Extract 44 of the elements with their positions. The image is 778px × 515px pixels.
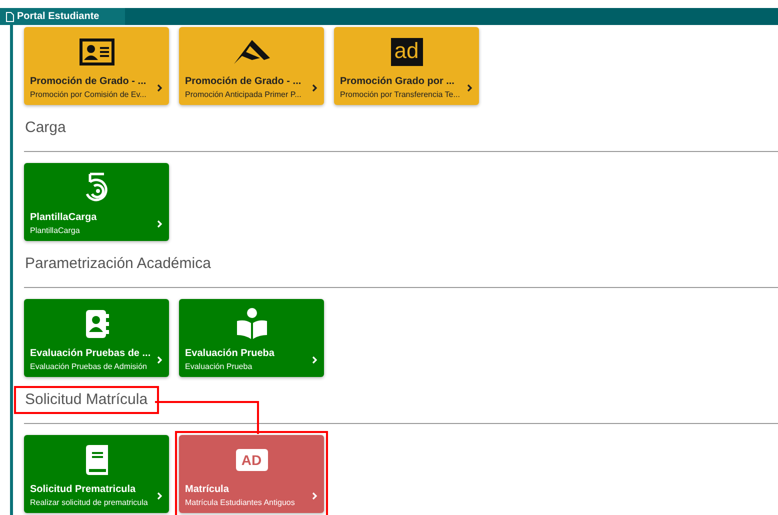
card-subtitle: Promoción por Transferencia Te... bbox=[340, 89, 460, 100]
menu-card[interactable]: Promoción de Grado - ... Promoción por Comisión de Ev... bbox=[24, 27, 169, 105]
ad-badge-icon: AD bbox=[236, 449, 268, 471]
card-subtitle: Matrícula Estudiantes Antiguos bbox=[185, 497, 295, 508]
reading-person-icon bbox=[234, 307, 268, 341]
card-subtitle: Promoción por Comisión de Ev... bbox=[30, 89, 146, 100]
chevron-right-icon bbox=[157, 220, 163, 228]
menu-card[interactable]: PlantillaCarga PlantillaCarga bbox=[24, 163, 169, 241]
card-title: Evaluación Prueba bbox=[185, 347, 274, 361]
card-title: Promoción Grado por ... bbox=[340, 75, 456, 89]
chevron-right-icon bbox=[467, 84, 473, 92]
section-heading: Carga bbox=[24, 118, 67, 138]
card-title: Solicitud Prematricula bbox=[30, 483, 137, 497]
menu-card[interactable]: ad Promoción Grado por ... Promoción por Transferencia Te... bbox=[334, 27, 479, 105]
id-card-icon bbox=[78, 38, 114, 66]
portal-tab[interactable]: Portal Estudiante bbox=[0, 8, 125, 25]
chevron-right-icon bbox=[157, 356, 163, 364]
card-title: Promoción de Grado - ... bbox=[30, 75, 146, 89]
card-subtitle: Evaluación Prueba bbox=[185, 361, 254, 372]
chevron-right-icon bbox=[312, 356, 318, 364]
card-subtitle: PlantillaCarga bbox=[30, 225, 81, 236]
menu-card[interactable]: AD Matrícula Matrícula Estudiantes Antiguos bbox=[179, 435, 324, 513]
chevron-right-icon bbox=[312, 84, 318, 92]
section-heading: Parametrización Académica bbox=[24, 254, 212, 274]
card-subtitle: Promoción Anticipada Primer P... bbox=[185, 89, 302, 100]
menu-card[interactable]: Evaluación Pruebas de ... Evaluación Pruebas de Admisión bbox=[24, 299, 169, 377]
section-heading: Solicitud Matrícula bbox=[14, 386, 159, 414]
card-title: Evaluación Pruebas de ... bbox=[30, 347, 151, 361]
menu-card[interactable]: Promoción de Grado - ... Promoción Anticipada Primer P... bbox=[179, 27, 324, 105]
card-title: Matrícula bbox=[185, 483, 230, 497]
spiral-logo-icon bbox=[84, 172, 110, 204]
chevron-right-icon bbox=[312, 492, 318, 500]
tab-title: Portal Estudiante bbox=[17, 10, 100, 24]
menu-card[interactable]: Evaluación Prueba Evaluación Prueba bbox=[179, 299, 324, 377]
card-title: PlantillaCarga bbox=[30, 211, 97, 225]
fold-logo-icon bbox=[232, 38, 272, 66]
card-subtitle: Realizar solicitud de prematricula bbox=[30, 497, 148, 508]
chevron-right-icon bbox=[157, 492, 163, 500]
card-title: Promoción de Grado - ... bbox=[185, 75, 302, 89]
document-icon bbox=[6, 12, 14, 22]
chevron-right-icon bbox=[157, 84, 163, 92]
menu-card[interactable]: Solicitud Prematricula Realizar solicitud de prematricula bbox=[24, 435, 169, 513]
ad-logo-icon: ad bbox=[390, 38, 422, 66]
card-subtitle: Evaluación Pruebas de Admisión bbox=[30, 361, 148, 372]
